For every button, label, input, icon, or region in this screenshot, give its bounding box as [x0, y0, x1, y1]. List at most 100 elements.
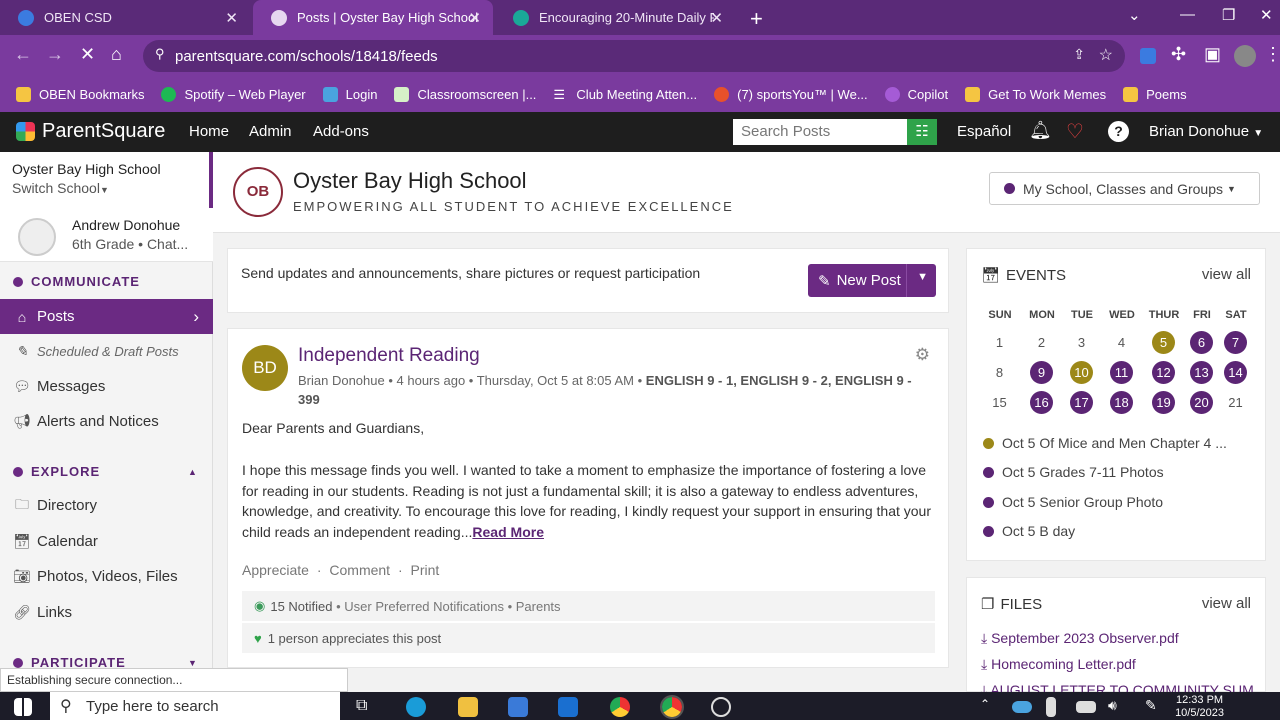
file-explorer-icon[interactable]: [458, 697, 478, 717]
child-profile[interactable]: Andrew Donohue 6th Grade • Chat...: [0, 208, 213, 262]
extension-icon[interactable]: [1140, 48, 1156, 64]
address-bar[interactable]: ⚲ parentsquare.com/schools/18418/feeds ⇪…: [143, 40, 1125, 72]
close-tab-icon[interactable]: ✕: [468, 9, 481, 27]
post-title[interactable]: Independent Reading: [298, 345, 480, 367]
group-filter-select[interactable]: My School, Classes and Groups ▼: [989, 172, 1260, 205]
share-icon[interactable]: ⇪: [1073, 46, 1085, 63]
mail-icon[interactable]: [558, 697, 578, 717]
volume-icon[interactable]: 🔊︎: [1108, 697, 1128, 717]
edge-icon[interactable]: [406, 697, 426, 717]
new-post-button[interactable]: ✎ New Post ▼: [808, 264, 936, 297]
bookmark-spotify[interactable]: Spotify – Web Player: [161, 87, 306, 102]
calendar-day[interactable]: 20: [1190, 391, 1213, 414]
chrome-icon[interactable]: [610, 697, 630, 717]
files-view-all-link[interactable]: view all: [1202, 595, 1251, 612]
event-item[interactable]: Oct 5 B day: [983, 523, 1075, 539]
bookmark-poems[interactable]: Poems: [1123, 87, 1187, 102]
browser-tab-oben[interactable]: OBEN CSD ✕: [0, 0, 250, 35]
restore-icon[interactable]: ❐: [1222, 6, 1235, 24]
calendar-day[interactable]: 21: [1224, 391, 1247, 414]
home-icon[interactable]: ⌂: [111, 44, 122, 65]
onedrive-icon[interactable]: [1012, 701, 1032, 713]
forward-icon[interactable]: →: [46, 44, 64, 65]
sidebar-item-posts[interactable]: ⌂ Posts ›: [0, 299, 213, 334]
post-author[interactable]: Brian Donohue: [298, 373, 385, 388]
parentsquare-logo[interactable]: ParentSquare: [16, 120, 165, 143]
bookmark-memes[interactable]: Get To Work Memes: [965, 87, 1106, 102]
extensions-puzzle-icon[interactable]: ✣: [1171, 44, 1186, 65]
bookmark-login[interactable]: Login: [322, 87, 377, 102]
close-window-icon[interactable]: ✕: [1260, 6, 1273, 24]
search-posts-input[interactable]: Search Posts: [733, 119, 907, 145]
calendar-day[interactable]: 15: [988, 391, 1011, 414]
calendar-day[interactable]: 5: [1152, 331, 1175, 354]
new-post-dropdown-icon[interactable]: ▼: [917, 271, 928, 283]
switch-school-link[interactable]: Switch School: [12, 180, 100, 196]
sidebar-item-calendar[interactable]: 📅︎ Calendar: [0, 524, 213, 559]
tray-chevron-icon[interactable]: ⌃: [980, 697, 1000, 717]
nav-home[interactable]: Home: [189, 123, 229, 140]
browser-tab-posts[interactable]: Posts | Oyster Bay High School ✕: [253, 0, 493, 35]
sidebar-item-scheduled[interactable]: ✎ Scheduled & Draft Posts: [0, 334, 213, 369]
sidebar-item-alerts[interactable]: 📢︎ Alerts and Notices: [0, 404, 213, 439]
calendar-day[interactable]: 14: [1224, 361, 1247, 384]
new-tab-icon[interactable]: +: [750, 6, 763, 32]
heart-icon[interactable]: ♡: [1066, 119, 1084, 144]
calendar-day[interactable]: 11: [1110, 361, 1133, 384]
bookmark-club-meeting[interactable]: ☰ Club Meeting Atten...: [553, 87, 697, 102]
microphone-icon[interactable]: [1046, 697, 1056, 717]
site-info-icon[interactable]: ⚲: [155, 46, 165, 62]
close-tab-icon[interactable]: ✕: [710, 9, 723, 27]
nav-addons[interactable]: Add-ons: [313, 123, 369, 140]
calendar-day[interactable]: 6: [1190, 331, 1213, 354]
sidebar-item-photos[interactable]: 📷︎ Photos, Videos, Files: [0, 559, 213, 594]
event-item[interactable]: Oct 5 Grades 7-11 Photos: [983, 464, 1164, 480]
events-view-all-link[interactable]: view all: [1202, 266, 1251, 283]
bookmark-sportsyou[interactable]: (7) sportsYou™ | We...: [714, 87, 868, 102]
calendar-day[interactable]: 18: [1110, 391, 1133, 414]
user-menu[interactable]: Brian Donohue ▼: [1149, 123, 1263, 140]
print-link[interactable]: Print: [411, 562, 440, 578]
bookmark-classroomscreen[interactable]: Classroomscreen |...: [394, 87, 536, 102]
side-panel-icon[interactable]: ▣: [1204, 44, 1221, 65]
battery-icon[interactable]: [1076, 701, 1096, 713]
calendar-day[interactable]: 17: [1070, 391, 1093, 414]
pen-icon[interactable]: ✎: [1145, 697, 1165, 717]
sidebar-item-links[interactable]: 🔗︎ Links: [0, 595, 213, 630]
back-icon[interactable]: ←: [14, 44, 32, 65]
calendar-day[interactable]: 12: [1152, 361, 1175, 384]
comment-link[interactable]: Comment: [329, 562, 390, 578]
calendar-day[interactable]: 8: [988, 361, 1011, 384]
search-filter-icon[interactable]: ☷: [907, 119, 937, 145]
sidebar-item-directory[interactable]: 🗀︎ Directory: [0, 488, 213, 523]
help-icon[interactable]: ?: [1108, 121, 1129, 142]
nav-admin[interactable]: Admin: [249, 123, 292, 140]
calendar-day[interactable]: 16: [1030, 391, 1053, 414]
sidebar-item-messages[interactable]: 💬︎ Messages: [0, 369, 213, 404]
stop-loading-icon[interactable]: ✕: [80, 44, 95, 65]
calendar-day[interactable]: 2: [1030, 331, 1053, 354]
close-tab-icon[interactable]: ✕: [225, 9, 238, 27]
calendar-day[interactable]: 1: [988, 331, 1011, 354]
appreciate-link[interactable]: Appreciate: [242, 562, 309, 578]
school-switcher[interactable]: Oyster Bay High School Switch School▼: [0, 152, 213, 208]
notifications-bell-icon[interactable]: 🔔︎: [1029, 120, 1052, 141]
browser-tab-encouraging[interactable]: Encouraging 20-Minute Daily Re ✕: [495, 0, 735, 35]
chrome-active-icon[interactable]: [660, 695, 684, 719]
minimize-icon[interactable]: —: [1180, 6, 1195, 23]
file-link[interactable]: ⤓ Homecoming Letter.pdf: [981, 656, 1136, 673]
bookmark-oben[interactable]: OBEN Bookmarks: [16, 87, 144, 102]
store-icon[interactable]: [508, 697, 528, 717]
calendar-day[interactable]: 10: [1070, 361, 1093, 384]
bookmark-copilot[interactable]: Copilot: [884, 87, 948, 102]
windows-start-icon[interactable]: [14, 698, 32, 716]
language-toggle[interactable]: Español: [957, 123, 1011, 140]
task-view-icon[interactable]: ⧉: [356, 697, 376, 717]
tab-search-chevron-icon[interactable]: ⌄: [1128, 6, 1141, 24]
taskbar-search-input[interactable]: ⚲ Type here to search: [50, 692, 340, 720]
calendar-day[interactable]: 9: [1030, 361, 1053, 384]
profile-avatar[interactable]: [1234, 45, 1256, 67]
obs-icon[interactable]: [711, 697, 731, 717]
file-link[interactable]: ⤓ September 2023 Observer.pdf: [981, 630, 1179, 647]
calendar-day[interactable]: 13: [1190, 361, 1213, 384]
